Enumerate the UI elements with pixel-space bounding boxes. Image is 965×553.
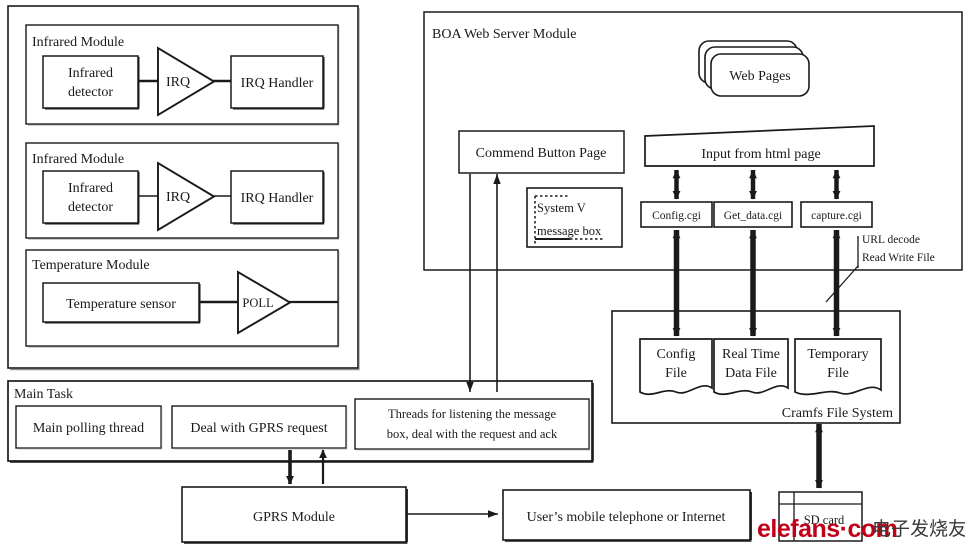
infrared-module-1-title: Infrared Module <box>32 35 124 50</box>
temporary-file-shape: Temporary File <box>794 338 882 396</box>
get-data-cgi-box[interactable]: Get_data.cgi <box>713 201 793 228</box>
main-task-title: Main Task <box>14 387 73 402</box>
config-cgi-box[interactable]: Config.cgi <box>640 201 713 228</box>
architecture-diagram: Infrared Module Infrared detector IRQ IR… <box>7 5 965 544</box>
threads-listening-label-line2: box, deal with the request and ack <box>387 427 558 441</box>
irq-triangle-1-label: IRQ <box>166 75 190 90</box>
user-endpoint-label: User’s mobile telephone or Internet <box>527 510 726 525</box>
system-v-label-line2: message box <box>537 224 602 238</box>
elecfans-watermark: elefans·com 电子发烧友 <box>757 515 965 543</box>
cramfs-file-system-panel: Config File Real Time Data File Temporar… <box>611 310 901 424</box>
config-file-label-line1: Config <box>657 347 696 362</box>
capture-cgi-label: capture.cgi <box>811 210 862 222</box>
infrared-detector-1-label-line2: detector <box>68 85 113 100</box>
irq-handler-1-box: IRQ Handler <box>230 55 325 110</box>
infrared-module-2: Infrared Module Infrared detector IRQ IR… <box>25 142 340 240</box>
main-polling-thread-label: Main polling thread <box>33 421 144 436</box>
threads-listening-label-line1: Threads for listening the message <box>388 407 556 421</box>
irq-handler-2-box: IRQ Handler <box>230 170 325 225</box>
input-from-html-page-label: Input from html page <box>701 147 820 162</box>
commend-button-page-box[interactable]: Commend Button Page <box>458 130 625 174</box>
boa-module-title: BOA Web Server Module <box>432 27 576 42</box>
main-polling-thread-box: Main polling thread <box>15 405 163 450</box>
watermark-cjk: 电子发烧友 <box>872 518 965 540</box>
main-task-panel: Main Task Main polling thread Deal with … <box>7 380 594 463</box>
config-file-shape: Config File <box>639 338 713 396</box>
web-pages-label: Web Pages <box>729 69 790 84</box>
real-time-data-file-label-line2: Data File <box>725 366 777 381</box>
temperature-sensor-box: Temperature sensor <box>42 282 201 324</box>
irq-handler-1-label: IRQ Handler <box>241 76 314 91</box>
url-decode-leader-line <box>825 265 859 303</box>
real-time-data-file-label-line1: Real Time <box>722 347 780 362</box>
threads-listening-box: Threads for listening the message box, d… <box>354 398 591 451</box>
gprs-module-label: GPRS Module <box>253 510 335 525</box>
config-file-label-line2: File <box>665 366 687 381</box>
get-data-cgi-label: Get_data.cgi <box>724 210 782 222</box>
infrared-module-2-title: Infrared Module <box>32 152 124 167</box>
url-decode-label-line2: Read Write File <box>862 252 935 264</box>
infrared-detector-1-box: Infrared detector <box>42 55 140 110</box>
web-pages-stack: Web Pages <box>698 40 810 97</box>
system-v-message-box: System V message box <box>526 187 623 248</box>
infrared-module-1: Infrared Module Infrared detector IRQ IR… <box>25 24 340 126</box>
temperature-module-title: Temperature Module <box>32 258 150 273</box>
temperature-module: Temperature Module Temperature sensor PO… <box>25 249 340 348</box>
watermark-latin-b: fans <box>790 515 839 543</box>
infrared-detector-2-label-line1: Infrared <box>68 181 113 196</box>
real-time-data-file-shape: Real Time Data File <box>713 338 789 396</box>
system-v-label-line1: System V <box>537 201 586 215</box>
boa-web-server-module: BOA Web Server Module Web Pages Commend … <box>423 11 963 303</box>
capture-cgi-box[interactable]: capture.cgi <box>800 201 873 228</box>
config-cgi-label: Config.cgi <box>652 210 701 222</box>
url-decode-label-line1: URL decode <box>862 234 920 246</box>
deal-with-gprs-request-box: Deal with GPRS request <box>171 405 348 450</box>
cramfs-file-system-title: Cramfs File System <box>782 406 893 421</box>
temperature-sensor-label: Temperature sensor <box>66 297 176 312</box>
poll-triangle-label: POLL <box>242 296 273 310</box>
watermark-latin-a: ele <box>757 515 791 543</box>
diagram-canvas: Infrared Module Infrared detector IRQ IR… <box>0 0 965 553</box>
infrared-detector-1-label-line1: Infrared <box>68 66 113 81</box>
infrared-detector-2-box: Infrared detector <box>42 170 140 225</box>
irq-handler-2-label: IRQ Handler <box>241 191 314 206</box>
infrared-detector-2-label-line2: detector <box>68 200 113 215</box>
commend-button-page-label: Commend Button Page <box>476 146 607 161</box>
user-endpoint-box: User’s mobile telephone or Internet <box>502 489 752 542</box>
irq-triangle-2-label: IRQ <box>166 190 190 205</box>
deal-with-gprs-request-label: Deal with GPRS request <box>190 421 327 436</box>
temporary-file-label-line1: Temporary <box>807 347 868 362</box>
gprs-module-box: GPRS Module <box>181 486 408 544</box>
temporary-file-label-line2: File <box>827 366 849 381</box>
